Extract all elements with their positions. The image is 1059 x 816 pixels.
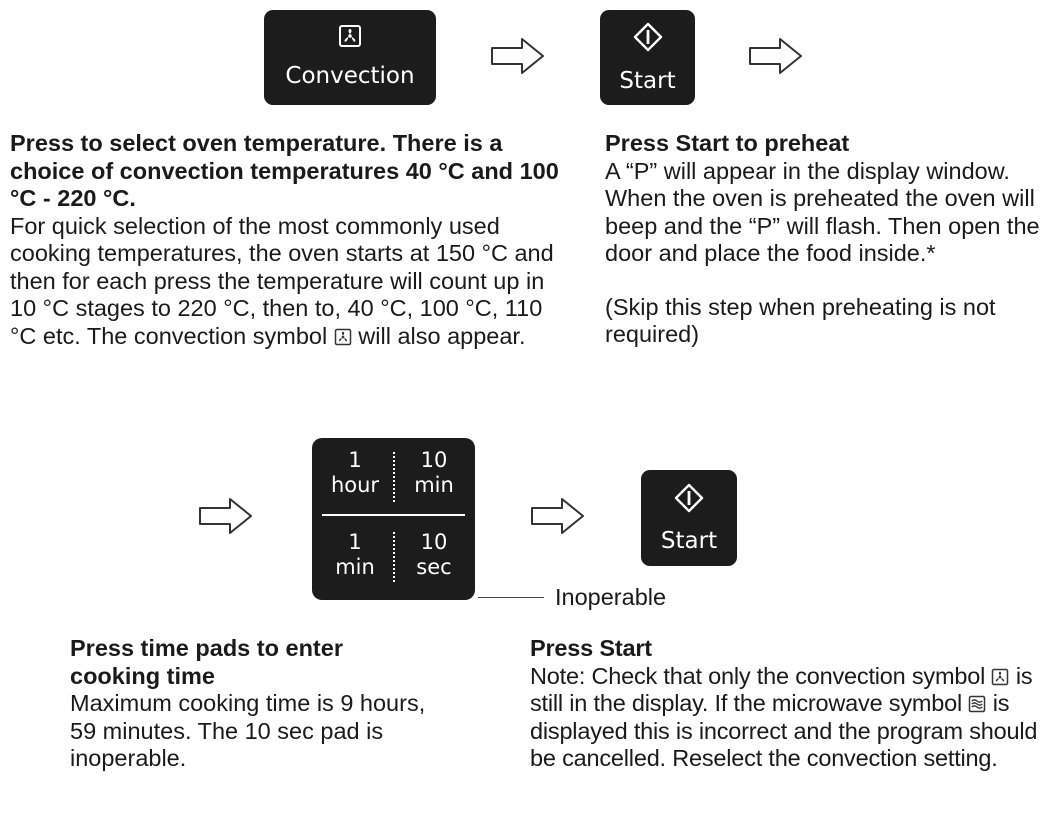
ten-min-pad-unit: min [414, 473, 454, 497]
step2-note: (Skip this step when preheating is not r… [605, 293, 996, 348]
step3-text: Press time pads to enter cooking time Ma… [70, 635, 430, 773]
hour-pad-unit: hour [330, 473, 380, 497]
ten-sec-pad-value: 10 [420, 530, 448, 554]
step1-body-end: will also appear. [358, 322, 526, 349]
hour-pad[interactable]: 1 hour [320, 448, 390, 498]
step4-body: Note: Check that only the convection sym… [530, 663, 1057, 773]
ten-sec-pad-unit: sec [416, 555, 452, 579]
arrow-right-icon [531, 498, 584, 534]
ten-sec-pad[interactable]: 10 sec [399, 530, 469, 580]
step4-text: Press Start Note: Check that only the co… [530, 635, 1057, 773]
step4-heading: Press Start [530, 635, 652, 661]
one-min-pad-value: 1 [348, 530, 362, 554]
start-label: Start [660, 528, 718, 554]
hour-pad-value: 1 [348, 448, 362, 472]
inoperable-leader-line [478, 597, 544, 598]
convection-symbol-icon [992, 668, 1009, 685]
convection-symbol-icon [334, 328, 351, 345]
step1-text: Press to select oven temperature. There … [10, 130, 570, 350]
time-pad[interactable]: 1 hour 10 min 1 min 10 sec [312, 438, 475, 600]
start-diamond-icon [674, 483, 704, 513]
step2-heading: Press Start to preheat [605, 130, 850, 156]
start-pad-2[interactable]: Start [641, 470, 737, 566]
ten-min-pad-value: 10 [420, 448, 448, 472]
time-pad-separator [393, 532, 395, 582]
ten-min-pad[interactable]: 10 min [399, 448, 469, 498]
step3-body: Maximum cooking time is 9 hours, 59 minu… [70, 690, 426, 771]
start-pad[interactable]: Start [600, 10, 695, 105]
time-pad-divider [322, 514, 465, 516]
step2-text: Press Start to preheat A “P” will appear… [605, 130, 1045, 349]
convection-pad[interactable]: Convection [264, 10, 436, 105]
step3-heading: Press time pads to enter cooking time [70, 635, 343, 689]
arrow-right-icon [749, 38, 802, 74]
step1-body: For quick selection of the most commonly… [10, 213, 570, 351]
step4-body-part1: Note: Check that only the convection sym… [530, 662, 986, 689]
convection-label: Convection [285, 63, 415, 89]
one-min-pad[interactable]: 1 min [320, 530, 390, 580]
microwave-symbol-icon [969, 695, 986, 713]
start-label: Start [619, 68, 676, 94]
step2-body: A “P” will appear in the display window.… [605, 157, 1040, 267]
step1-heading: Press to select oven temperature. There … [10, 130, 559, 211]
one-min-pad-unit: min [335, 555, 375, 579]
arrow-right-icon [491, 38, 544, 74]
time-pad-separator [393, 452, 395, 502]
start-diamond-icon [633, 22, 663, 52]
convection-fan-icon [339, 25, 361, 47]
inoperable-label: Inoperable [555, 584, 667, 610]
arrow-right-icon [199, 498, 252, 534]
